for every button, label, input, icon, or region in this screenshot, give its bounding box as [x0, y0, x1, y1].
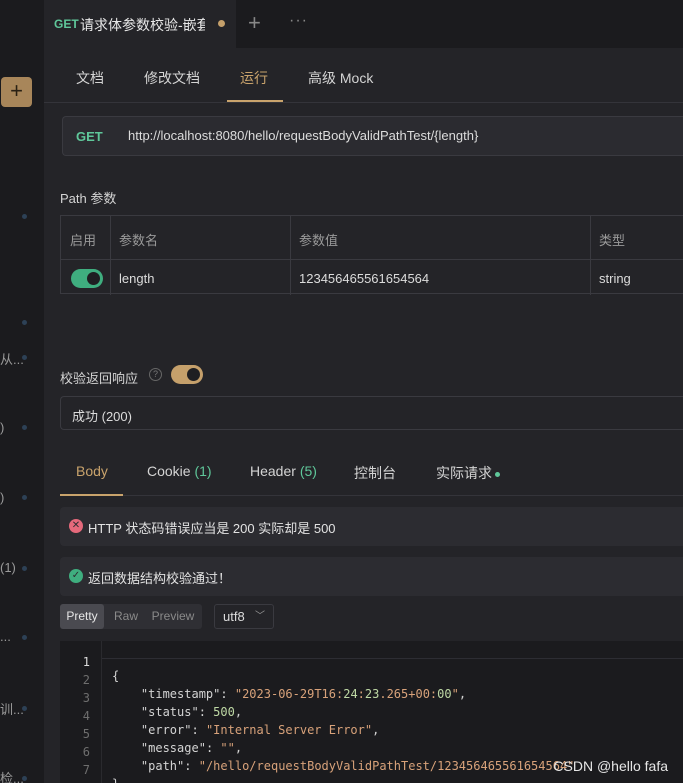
column-divider	[590, 216, 591, 295]
tab-title: 请求体参数校验-嵌套	[80, 17, 205, 33]
unsaved-dot-icon	[218, 20, 225, 27]
tab-run[interactable]: 运行	[240, 68, 268, 88]
tab-bar: GET 请求体参数校验-嵌套 + ···	[44, 0, 683, 48]
code-line: 5 "message": "",	[60, 713, 683, 755]
watermark: CSDN @hello fafa	[553, 758, 668, 774]
tab-edit-docs[interactable]: 修改文档	[144, 68, 200, 88]
view-pretty-button[interactable]: Pretty	[60, 604, 104, 629]
schema-success-alert: ✓ 返回数据结构校验通过！	[60, 557, 683, 596]
sidebar-item-truncated[interactable]: 从...	[0, 349, 24, 368]
error-icon: ✕	[69, 519, 83, 533]
path-params-table: 启用 参数名 参数值 类型 length 123456465561654564 …	[60, 215, 683, 295]
sidebar-item-truncated[interactable]: 训...	[0, 699, 24, 718]
active-tab-indicator	[60, 494, 123, 496]
tab-cookie-label: Cookie	[147, 463, 191, 479]
sidebar-item-truncated[interactable]: ...	[0, 629, 11, 644]
code-line: 3 "status": 500,	[60, 677, 683, 719]
encoding-select[interactable]: utf8 ﹀	[214, 604, 274, 629]
main-panel: 文档 修改文档 运行 高级 Mock GET http://localhost:…	[44, 48, 683, 783]
left-sidebar: + 从... ) ) (1) ... 训... 检...	[0, 0, 44, 783]
tab-advanced-mock[interactable]: 高级 Mock	[308, 68, 373, 88]
status-dot-icon	[495, 471, 500, 477]
response-tabs: Body Cookie (1) Header (5) 控制台 实际请求	[60, 450, 683, 496]
validate-response-toggle[interactable]	[171, 365, 203, 384]
cookie-count: (1)	[194, 463, 212, 479]
tab-header[interactable]: Header (5)	[250, 463, 317, 479]
tab-method-badge: GET	[54, 17, 79, 31]
chevron-down-icon: ﹀	[255, 611, 265, 622]
tab-actual-request-label: 实际请求	[436, 465, 492, 481]
check-icon: ✓	[69, 569, 83, 583]
code-line: 2 "timestamp": "2023-06-29T16:24:23.265+…	[60, 659, 683, 701]
success-message: 返回数据结构校验通过！	[88, 571, 232, 586]
error-message: HTTP 状态码错误应当是 200 实际却是 500	[88, 521, 336, 536]
column-header-name: 参数名	[119, 233, 159, 248]
column-header-value: 参数值	[299, 233, 339, 248]
validate-response-label: 校验返回响应	[60, 371, 139, 386]
sidebar-dot	[22, 320, 27, 325]
tab-request[interactable]: GET 请求体参数校验-嵌套	[44, 0, 236, 48]
url-bar[interactable]: GET http://localhost:8080/hello/requestB…	[62, 116, 683, 156]
tab-console[interactable]: 控制台	[354, 463, 396, 483]
sidebar-dot	[22, 706, 27, 711]
sidebar-item-truncated[interactable]: 检...	[0, 768, 24, 783]
param-type[interactable]: string	[599, 271, 631, 286]
tab-docs[interactable]: 文档	[76, 68, 104, 88]
code-line: 4 "error": "Internal Server Error",	[60, 695, 683, 737]
tab-cookie[interactable]: Cookie (1)	[147, 463, 212, 479]
column-divider	[290, 216, 291, 295]
code-line: 1 {	[60, 641, 683, 683]
column-header-type: 类型	[599, 233, 626, 248]
line-number: 7	[82, 763, 90, 777]
column-divider	[110, 216, 111, 295]
status-code-error-alert: ✕ HTTP 状态码错误应当是 200 实际却是 500	[60, 507, 683, 546]
param-value[interactable]: 123456465561654564	[299, 271, 429, 286]
sidebar-item-truncated[interactable]: )	[0, 490, 4, 505]
tab-actual-request[interactable]: 实际请求	[436, 463, 500, 483]
active-tab-indicator	[227, 100, 283, 102]
tab-body[interactable]: Body	[76, 463, 108, 479]
header-count: (5)	[299, 463, 317, 479]
tab-header-label: Header	[250, 463, 296, 479]
view-preview-button[interactable]: Preview	[146, 604, 200, 629]
more-icon[interactable]: ···	[289, 12, 308, 30]
url-input[interactable]: http://localhost:8080/hello/requestBodyV…	[128, 128, 478, 143]
encoding-value: utf8	[223, 609, 245, 624]
sidebar-dot	[22, 635, 27, 640]
code-text: }	[112, 777, 119, 783]
new-tab-icon[interactable]: +	[248, 10, 261, 36]
method-select[interactable]: GET	[76, 129, 103, 144]
param-enabled-toggle[interactable]	[71, 269, 103, 288]
sidebar-dot	[22, 566, 27, 571]
view-raw-button[interactable]: Raw	[108, 604, 144, 629]
sidebar-item-truncated[interactable]: )	[0, 420, 4, 435]
path-params-title: Path 参数	[60, 191, 117, 206]
column-header-enabled: 启用	[70, 233, 97, 248]
sub-tabs: 文档 修改文档 运行 高级 Mock	[44, 48, 683, 103]
help-icon[interactable]: ?	[149, 368, 162, 381]
code-line: 6 "path": "/hello/requestBodyValidPathTe…	[60, 731, 683, 773]
sidebar-dot	[22, 776, 27, 781]
sidebar-dot	[22, 214, 27, 219]
param-name[interactable]: length	[119, 271, 154, 286]
response-select-value: 成功 (200)	[72, 409, 132, 424]
sidebar-dot	[22, 425, 27, 430]
sidebar-dot	[22, 495, 27, 500]
response-select[interactable]: 成功 (200)	[60, 396, 683, 430]
view-mode-segmented: Pretty Raw Preview	[60, 604, 202, 629]
add-button[interactable]: +	[1, 77, 32, 107]
sidebar-item-truncated[interactable]: (1)	[0, 560, 16, 575]
sidebar-dot	[22, 355, 27, 360]
